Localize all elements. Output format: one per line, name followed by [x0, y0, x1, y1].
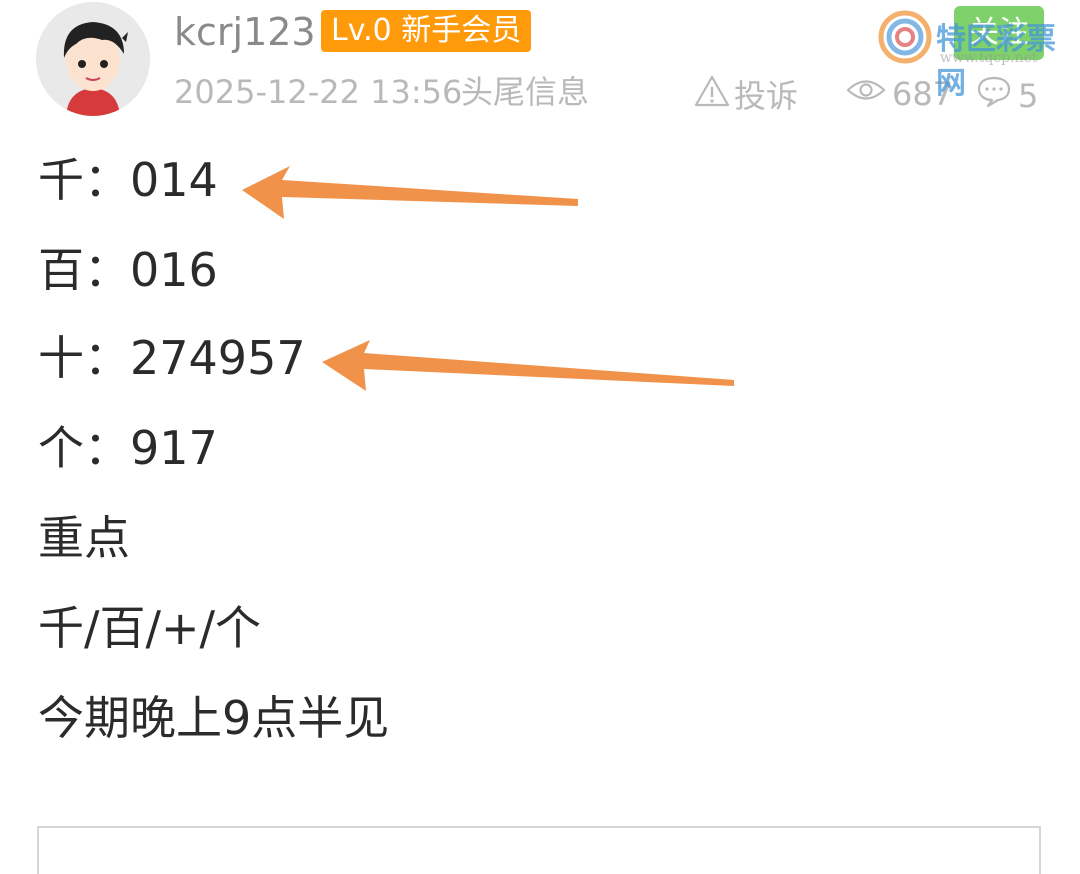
- username[interactable]: kcrj123: [174, 8, 316, 56]
- follow-button[interactable]: 关注: [954, 6, 1044, 60]
- post-line-units: 个：917: [38, 421, 218, 475]
- arrow-tens: [322, 340, 734, 391]
- post-line-positions: 千/百/+/个: [38, 601, 262, 655]
- eye-icon: [846, 74, 886, 114]
- post-line-key-points: 重点: [38, 511, 130, 565]
- attachment-card[interactable]: [37, 826, 1041, 874]
- report-button[interactable]: 投诉: [694, 74, 798, 117]
- post-line-hundreds: 百：016: [38, 243, 218, 297]
- level-badge: Lv.0 新手会员: [321, 10, 532, 52]
- chat-bubble-icon: [976, 74, 1012, 117]
- post-timestamp: 2025-12-22 13:56: [174, 73, 463, 111]
- report-label: 投诉: [734, 76, 799, 115]
- warning-triangle-icon: [694, 74, 730, 117]
- avatar[interactable]: [36, 2, 150, 116]
- comment-count[interactable]: 5: [976, 74, 1038, 117]
- post-line-schedule: 今期晚上9点半见: [38, 691, 390, 745]
- arrow-thousands: [242, 166, 578, 219]
- post-category-tag[interactable]: 头尾信息: [461, 70, 589, 114]
- view-count-value: 687: [892, 75, 954, 113]
- comment-count-value: 5: [1018, 76, 1039, 115]
- post-line-thousands: 千：014: [38, 153, 218, 207]
- post-page: kcrj123 Lv.0 新手会员 2025-12-22 13:56 头尾信息 …: [0, 0, 1080, 874]
- post-line-tens: 十：274957: [38, 331, 306, 385]
- watermark-logo-icon: [878, 10, 932, 64]
- view-count: 687: [846, 74, 953, 114]
